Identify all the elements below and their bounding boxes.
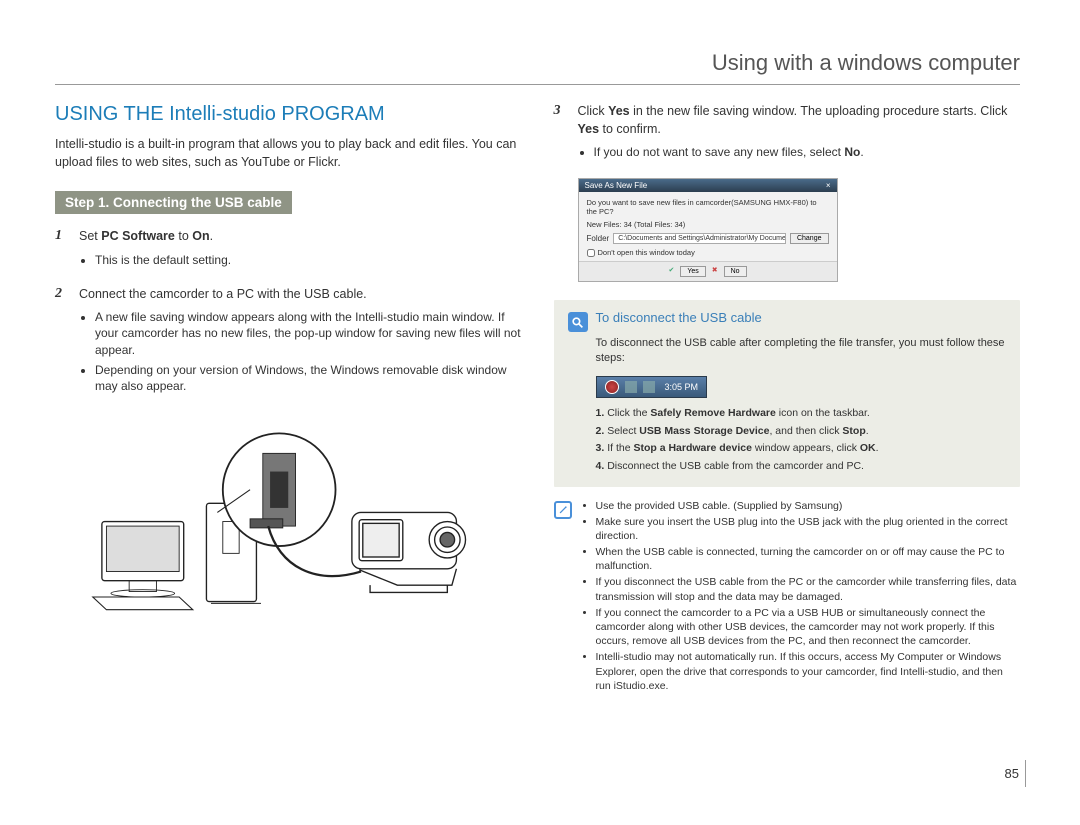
list-item: If you disconnect the USB cable from the… [596,575,1021,603]
disconnect-info-box: To disconnect the USB cable To disconnec… [554,300,1021,486]
page-number: 85 [1005,760,1026,787]
yes-label2: Yes [578,122,600,136]
disconnect-step: 3. If the Stop a Hardware device window … [596,441,1007,456]
step1-note: This is the default setting. [95,252,522,268]
step-number: 1 [55,228,69,276]
dont-open-checkbox[interactable] [587,249,595,257]
magnifier-icon [568,312,588,332]
left-column: USING THE Intelli-studio PROGRAM Intelli… [55,103,522,695]
taskbar-time: 3:05 PM [665,382,699,392]
yes-button[interactable]: Yes [680,266,705,277]
list-item: Make sure you insert the USB plug into t… [596,515,1021,543]
disconnect-step: 1. Click the Safely Remove Hardware icon… [596,406,1007,421]
change-button[interactable]: Change [790,233,829,244]
tray-icon [625,381,637,393]
dialog-title: Save As New File [585,181,648,190]
safely-remove-icon [605,380,619,394]
usage-notes: Use the provided USB cable. (Supplied by… [554,499,1021,695]
disconnect-step: 2. Select USB Mass Storage Device, and t… [596,424,1007,439]
step-number: 3 [554,103,568,168]
taskbar-screenshot: 3:05 PM [596,376,708,398]
intro-text: Intelli-studio is a built-in program tha… [55,136,522,171]
dont-open-label: Don't open this window today [598,248,695,257]
step-heading-bar: Step 1. Connecting the USB cable [55,191,292,214]
folder-path-input[interactable]: C:\Documents and Settings\Administrator\… [613,233,786,244]
pc-software-label: PC Software [101,229,175,243]
usb-connection-illustration [55,412,522,622]
tray-icon [643,381,655,393]
right-column: 3 Click Yes in the new file saving windo… [554,103,1021,695]
list-item: If you connect the camcorder to a PC via… [596,606,1021,649]
disconnect-desc: To disconnect the USB cable after comple… [596,336,1007,366]
dialog-file-count: New Files: 34 (Total Files: 34) [587,220,829,229]
step2-text: Connect the camcorder to a PC with the U… [79,287,367,301]
no-button[interactable]: No [724,266,747,277]
disconnect-step: 4. Disconnect the USB cable from the cam… [596,459,1007,474]
step2-note2: Depending on your version of Windows, th… [95,362,522,394]
no-label: No [844,145,860,159]
step-2: 2 Connect the camcorder to a PC with the… [55,286,522,402]
dialog-question: Do you want to save new files in camcord… [587,198,829,216]
on-label: On [192,229,209,243]
disconnect-title: To disconnect the USB cable [596,310,762,325]
folder-label: Folder [587,234,610,243]
yes-label: Yes [608,104,630,118]
note-icon [554,501,572,519]
section-title: USING THE Intelli-studio PROGRAM [55,103,522,126]
save-as-new-file-dialog: Save As New File × Do you want to save n… [578,178,838,282]
list-item: Intelli-studio may not automatically run… [596,650,1021,693]
step3-note: If you do not want to save any new files… [594,144,1021,160]
step1-text: Set [79,229,101,243]
step2-note1: A new file saving window appears along w… [95,309,522,358]
step-3: 3 Click Yes in the new file saving windo… [554,103,1021,168]
list-item: When the USB cable is connected, turning… [596,545,1021,573]
close-icon[interactable]: × [826,181,831,190]
page-header: Using with a windows computer [55,50,1020,85]
step-1: 1 Set PC Software to On. This is the def… [55,228,522,276]
list-item: Use the provided USB cable. (Supplied by… [596,499,1021,513]
step-number: 2 [55,286,69,402]
